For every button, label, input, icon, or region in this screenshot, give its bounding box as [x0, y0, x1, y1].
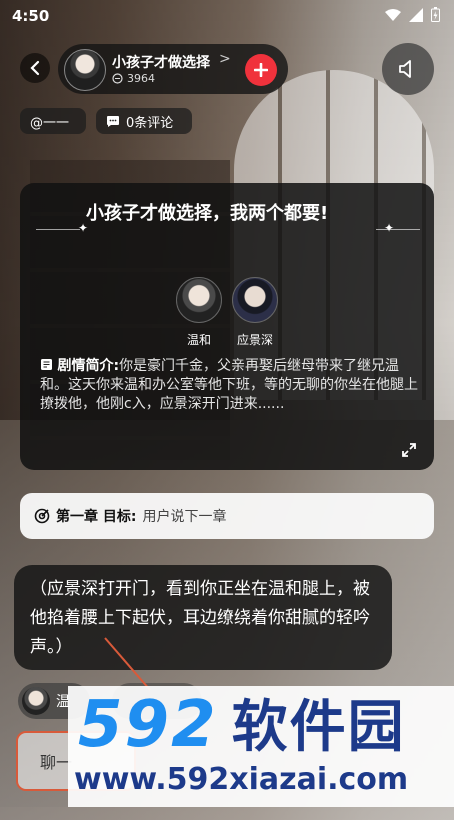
role-yingjingshen[interactable]: 应景深	[230, 277, 280, 348]
story-chat-count: 3964	[112, 72, 155, 85]
synopsis-label: 剧情简介:	[57, 358, 120, 374]
expand-button[interactable]	[398, 439, 420, 461]
goal-text: 用户说下一章	[142, 509, 227, 525]
comments-label: 0条评论	[126, 115, 174, 131]
synopsis: 剧情简介:你是豪门千金，父亲再娶后继母带来了继兄温和。这天你来温和办公室等他下班…	[40, 357, 420, 414]
story-header[interactable]: 小孩子才做选择 > 3964	[58, 44, 288, 94]
role-name: 应景深	[236, 333, 273, 347]
author-name: @一一	[30, 115, 70, 131]
signal-icon	[409, 7, 423, 22]
story-title[interactable]: 小孩子才做选择	[112, 52, 210, 72]
story-avatar[interactable]	[64, 49, 106, 91]
target-icon	[34, 508, 50, 524]
role-wenhe[interactable]: 温和	[174, 277, 224, 348]
expand-icon	[402, 443, 416, 457]
plus-icon	[254, 63, 268, 77]
chevron-left-icon	[30, 60, 40, 76]
back-button[interactable]	[20, 53, 50, 83]
battery-icon	[431, 7, 440, 22]
sound-toggle-button[interactable]	[382, 43, 434, 95]
chapter-goal-bar[interactable]: 第一章 目标: 用户说下一章	[20, 493, 434, 539]
author-chip[interactable]: @一一	[20, 108, 86, 134]
story-intro-card: ✦ 小孩子才做选择，我两个都要! ✦ 温和 应景深 剧情简介:你是豪门千金，父亲…	[20, 183, 434, 470]
add-button[interactable]	[245, 54, 277, 86]
decor-line-left	[36, 229, 80, 230]
speaker-icon	[399, 60, 411, 78]
chat-bubble-icon	[112, 73, 123, 84]
status-time: 4:50	[12, 7, 50, 25]
watermark-logo: 592 软件园 www.592xiazai.com	[68, 686, 454, 807]
watermark-logo-text: 592 软件园	[78, 690, 406, 763]
intro-title: 小孩子才做选择，我两个都要!	[86, 203, 329, 224]
watermark-url: www.592xiazai.com	[74, 762, 409, 797]
sparkle-icon: ✦	[384, 221, 395, 235]
chevron-right-icon: >	[219, 51, 231, 67]
watermark-number: 592	[78, 688, 218, 762]
comment-icon	[107, 115, 119, 127]
reply-avatar	[22, 687, 50, 715]
role-avatar[interactable]	[232, 277, 278, 323]
wifi-icon	[385, 8, 401, 21]
decor-line-right	[376, 229, 420, 230]
goal-label: 第一章 目标:	[56, 509, 137, 525]
status-bar: 4:50	[0, 0, 454, 32]
narration-bubble: （应景深打开门，看到你正坐在温和腿上，被他掐着腰上下起伏，耳边缭绕着你甜腻的轻吟…	[14, 565, 392, 670]
watermark-chinese: 软件园	[231, 695, 406, 760]
comments-chip[interactable]: 0条评论	[96, 108, 192, 134]
story-count-value: 3964	[127, 72, 155, 85]
status-icons	[385, 7, 440, 22]
book-icon	[41, 359, 52, 370]
role-name: 温和	[186, 333, 211, 347]
role-avatar[interactable]	[176, 277, 222, 323]
